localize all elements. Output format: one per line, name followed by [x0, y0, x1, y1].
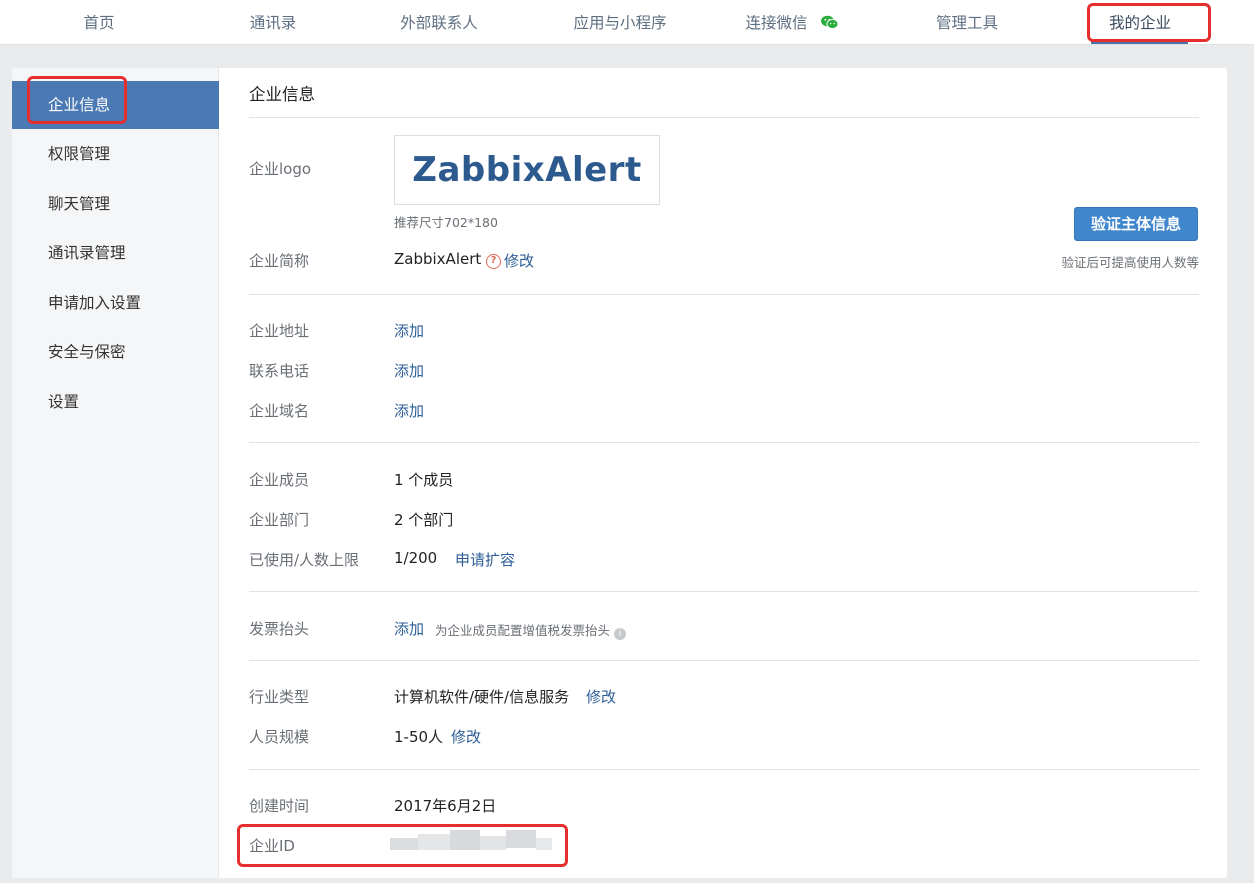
logo-size-hint: 推荐尺寸702*180 — [394, 215, 498, 230]
nav-contacts[interactable]: 通讯录 — [250, 12, 297, 34]
member-limit-label: 已使用/人数上限 — [249, 551, 360, 569]
main-panel: 企业信息 权限管理 聊天管理 通讯录管理 申请加入设置 安全与保密 设置 企业信… — [12, 68, 1227, 878]
created-label: 创建时间 — [249, 797, 310, 815]
phone-label: 联系电话 — [249, 362, 310, 380]
wechat-icon — [820, 14, 839, 36]
divider — [249, 769, 1199, 770]
sidebar: 企业信息 权限管理 聊天管理 通讯录管理 申请加入设置 安全与保密 设置 — [12, 68, 219, 878]
corp-id-label: 企业ID — [249, 837, 295, 855]
sidebar-item-permissions[interactable]: 权限管理 — [12, 130, 219, 178]
sidebar-item-contacts-management[interactable]: 通讯录管理 — [12, 229, 219, 277]
company-logo-image-text: ZabbixAlert — [412, 150, 642, 190]
divider — [249, 442, 1199, 443]
nav-external-contacts[interactable]: 外部联系人 — [400, 12, 478, 34]
nav-connect-wechat[interactable]: 连接微信 — [746, 12, 839, 34]
edit-scale-link[interactable]: 修改 — [451, 726, 481, 747]
sidebar-item-company-info[interactable]: 企业信息 — [12, 81, 219, 129]
nav-home[interactable]: 首页 — [83, 12, 114, 34]
invoice-label: 发票抬头 — [249, 620, 310, 638]
industry-label: 行业类型 — [249, 688, 310, 706]
verify-note: 验证后可提高使用人数等 — [1061, 255, 1199, 270]
invoice-note-text: 为企业成员配置增值税发票抬头 — [435, 623, 611, 638]
add-phone-link[interactable]: 添加 — [394, 360, 424, 381]
sidebar-item-join-settings[interactable]: 申请加入设置 — [12, 279, 219, 327]
short-name-value: ZabbixAlert ? — [394, 250, 502, 269]
nav-my-company[interactable]: 我的企业 — [1109, 12, 1171, 34]
company-logo[interactable]: ZabbixAlert — [394, 135, 660, 205]
add-invoice-link[interactable]: 添加 — [394, 618, 424, 639]
edit-short-name-link[interactable]: 修改 — [504, 250, 534, 271]
add-domain-link[interactable]: 添加 — [394, 400, 424, 421]
short-name-label: 企业简称 — [249, 252, 310, 270]
created-value: 2017年6月2日 — [394, 797, 497, 815]
members-label: 企业成员 — [249, 471, 310, 489]
verify-entity-button[interactable]: 验证主体信息 — [1074, 207, 1198, 241]
add-address-link[interactable]: 添加 — [394, 320, 424, 341]
divider — [249, 660, 1199, 661]
top-nav: 首页 通讯录 外部联系人 应用与小程序 连接微信 管理工具 我的企业 — [0, 0, 1254, 45]
divider — [249, 591, 1199, 592]
sidebar-item-chat-management[interactable]: 聊天管理 — [12, 180, 219, 228]
short-name-text: ZabbixAlert — [394, 250, 482, 268]
member-limit-value: 1/200 — [394, 549, 438, 567]
edit-industry-link[interactable]: 修改 — [586, 686, 616, 707]
invoice-note: 为企业成员配置增值税发票抬头 i — [435, 620, 626, 640]
info-icon[interactable]: i — [614, 628, 626, 640]
departments-value: 2 个部门 — [394, 511, 454, 529]
divider — [249, 117, 1199, 118]
departments-label: 企业部门 — [249, 511, 310, 529]
domain-label: 企业域名 — [249, 402, 310, 420]
scale-value: 1-50人 — [394, 728, 444, 746]
sidebar-item-settings[interactable]: 设置 — [12, 378, 219, 426]
question-icon[interactable]: ? — [486, 254, 502, 269]
divider — [249, 294, 1199, 295]
industry-value: 计算机软件/硬件/信息服务 — [394, 688, 570, 706]
address-label: 企业地址 — [249, 322, 310, 340]
logo-label: 企业logo — [249, 160, 312, 178]
request-expansion-link[interactable]: 申请扩容 — [455, 549, 515, 570]
nav-connect-wechat-label: 连接微信 — [745, 14, 808, 32]
nav-active-indicator — [1091, 40, 1188, 44]
members-value: 1 个成员 — [394, 471, 454, 489]
page-title: 企业信息 — [249, 85, 315, 104]
sidebar-item-security[interactable]: 安全与保密 — [12, 328, 219, 376]
nav-apps[interactable]: 应用与小程序 — [573, 12, 666, 34]
scale-label: 人员规模 — [249, 728, 310, 746]
nav-admin-tools[interactable]: 管理工具 — [936, 12, 998, 34]
